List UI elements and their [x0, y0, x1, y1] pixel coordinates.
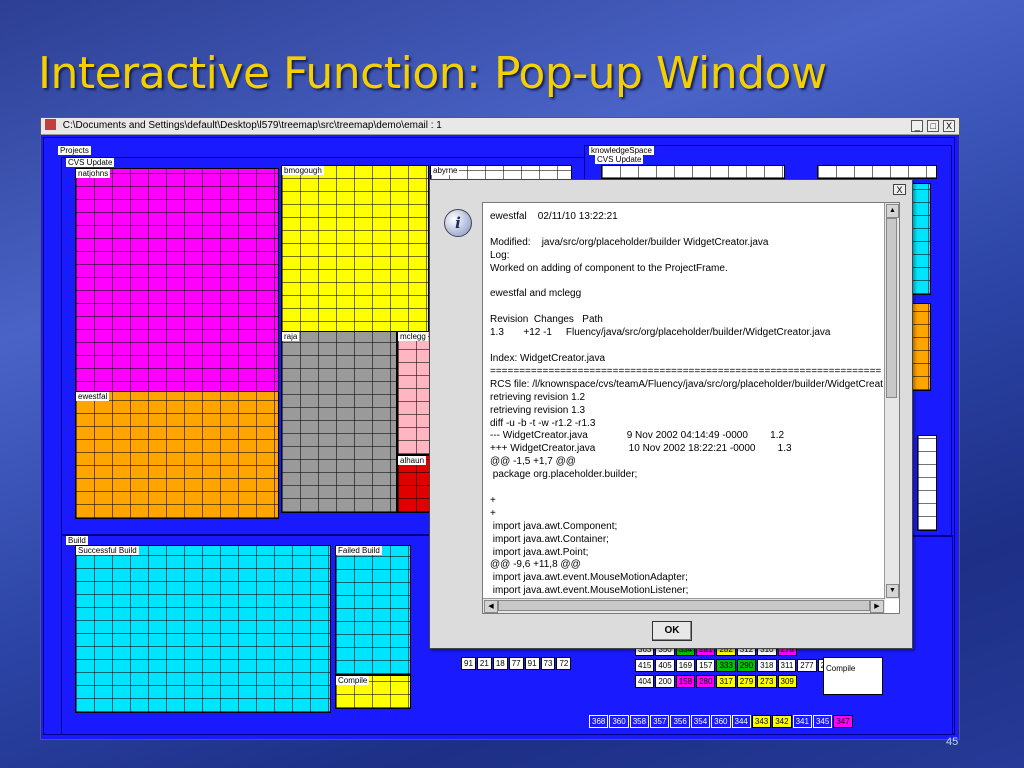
num-cell[interactable]: 318: [757, 659, 777, 672]
num-cell[interactable]: 368: [589, 715, 609, 728]
num-cell[interactable]: 347: [833, 715, 853, 728]
num-cell[interactable]: 91: [524, 657, 540, 670]
horizontal-scroll-thumb[interactable]: [498, 600, 870, 611]
num-cell[interactable]: 342: [772, 715, 792, 728]
treemap-cell-raja[interactable]: raja: [281, 331, 397, 513]
treemap-cell-right-top-2[interactable]: [817, 165, 937, 179]
num-cell[interactable]: 360: [711, 715, 731, 728]
num-cell[interactable]: 169: [675, 659, 696, 672]
treemap-number-row-2: 415 405 169 157 333 290 318 311 277 271: [635, 659, 837, 672]
treemap-cell-right-white[interactable]: [917, 435, 937, 531]
raja-label: raja: [282, 332, 300, 341]
num-cell[interactable]: 77: [508, 657, 524, 670]
message-dialog[interactable]: X i ewestfal 02/11/10 13:22:21 Modified:…: [429, 179, 913, 649]
num-cell[interactable]: 415: [635, 659, 655, 672]
num-cell[interactable]: 279: [736, 675, 757, 688]
java-app-icon: [45, 119, 56, 130]
num-cell[interactable]: 356: [670, 715, 690, 728]
num-cell[interactable]: 357: [650, 715, 670, 728]
num-cell[interactable]: 72: [556, 657, 572, 670]
vertical-scrollbar[interactable]: ▲ ▼: [884, 203, 899, 599]
num-cell[interactable]: 343: [751, 715, 772, 728]
treemap-bottom-row: 368 360 358 357 356 354 360 344 343 342 …: [589, 715, 853, 728]
num-cell[interactable]: 311: [777, 659, 797, 672]
dialog-close-button[interactable]: X: [893, 184, 906, 195]
scroll-up-arrow-icon[interactable]: ▲: [886, 204, 899, 218]
bmogough-label: bmogough: [282, 166, 324, 175]
num-cell[interactable]: 157: [696, 659, 716, 672]
cvs-update-right-label: CVS Update: [595, 155, 644, 164]
num-cell[interactable]: 158: [675, 675, 696, 688]
treemap-cell-successful-build[interactable]: Successful Build: [75, 545, 331, 713]
build-label: Build: [66, 536, 88, 545]
cvs-update-left-label: CVS Update: [66, 158, 115, 167]
num-cell[interactable]: 18: [492, 657, 508, 670]
num-cell[interactable]: 345: [812, 715, 833, 728]
num-cell[interactable]: 405: [655, 659, 675, 672]
num-cell[interactable]: 344: [731, 715, 751, 728]
num-cell[interactable]: 21: [476, 657, 492, 670]
compile-label: Compile: [336, 676, 370, 685]
natjohns-label: natjohns: [76, 169, 111, 178]
num-cell[interactable]: 273: [757, 675, 777, 688]
num-cell[interactable]: 404: [635, 675, 655, 688]
num-cell[interactable]: 333: [716, 659, 736, 672]
num-cell[interactable]: 360: [609, 715, 629, 728]
treemap-cell-ewestfal[interactable]: ewestfal: [75, 391, 279, 519]
treemap-cell-bmogough[interactable]: bmogough: [281, 165, 429, 349]
close-window-button[interactable]: X: [943, 120, 955, 132]
treemap-cell-failed-build[interactable]: Failed Build: [335, 545, 411, 675]
ok-button[interactable]: OK: [652, 621, 692, 641]
num-cell[interactable]: 73: [540, 657, 556, 670]
treemap-number-row-3: 404 200 158 280 317 279 273 309: [635, 675, 797, 688]
treemap-cell-natjohns[interactable]: natjohns: [75, 168, 279, 396]
info-icon: i: [444, 209, 472, 237]
minimize-button[interactable]: _: [911, 120, 924, 132]
alhaun-label: alhaun: [398, 456, 427, 465]
horizontal-scrollbar[interactable]: ◀ ▶: [483, 598, 885, 613]
vertical-scroll-thumb[interactable]: [886, 218, 897, 398]
message-text-area[interactable]: ewestfal 02/11/10 13:22:21 Modified: jav…: [482, 202, 900, 614]
treemap-number-row-1: 91 21 18 77 91 73 72: [461, 657, 572, 670]
num-cell[interactable]: 309: [777, 675, 797, 688]
num-cell[interactable]: 277: [797, 659, 817, 672]
abyrne-label: abyrne: [431, 166, 460, 175]
num-cell[interactable]: 354: [690, 715, 711, 728]
num-cell[interactable]: 200: [655, 675, 675, 688]
root-label: Projects: [58, 146, 91, 155]
failed-build-label: Failed Build: [336, 546, 382, 555]
message-text[interactable]: ewestfal 02/11/10 13:22:21 Modified: jav…: [490, 211, 883, 597]
knowledgespace-label: knowledgeSpace: [589, 146, 654, 155]
num-cell[interactable]: 280: [696, 675, 716, 688]
slide-title: Interactive Function: Pop-up Window: [38, 48, 827, 99]
slide-number: 45: [946, 736, 959, 748]
num-cell[interactable]: 91: [461, 657, 476, 670]
successful-build-label: Successful Build: [76, 546, 139, 555]
window-controls: _ □ X: [910, 119, 955, 135]
num-cell[interactable]: 317: [716, 675, 736, 688]
num-cell[interactable]: 341: [792, 715, 812, 728]
num-cell[interactable]: 290: [736, 659, 757, 672]
window-title: C:\Documents and Settings\default\Deskto…: [62, 120, 442, 131]
scroll-right-arrow-icon[interactable]: ▶: [870, 600, 884, 613]
scroll-down-arrow-icon[interactable]: ▼: [886, 584, 899, 598]
treemap-cell-compile[interactable]: Compile: [335, 675, 411, 709]
window-titlebar[interactable]: C:\Documents and Settings\default\Deskto…: [41, 118, 959, 135]
treemap-cell-right-top-1[interactable]: [601, 165, 785, 179]
compile-2-label: Compile: [824, 664, 858, 673]
scroll-left-arrow-icon[interactable]: ◀: [484, 600, 498, 613]
num-cell[interactable]: 358: [629, 715, 650, 728]
treemap-cell-compile-2[interactable]: Compile: [823, 657, 883, 695]
ewestfal-label: ewestfal: [76, 392, 110, 401]
maximize-button[interactable]: □: [927, 120, 940, 132]
mclegg-label: mclegg: [398, 332, 428, 341]
